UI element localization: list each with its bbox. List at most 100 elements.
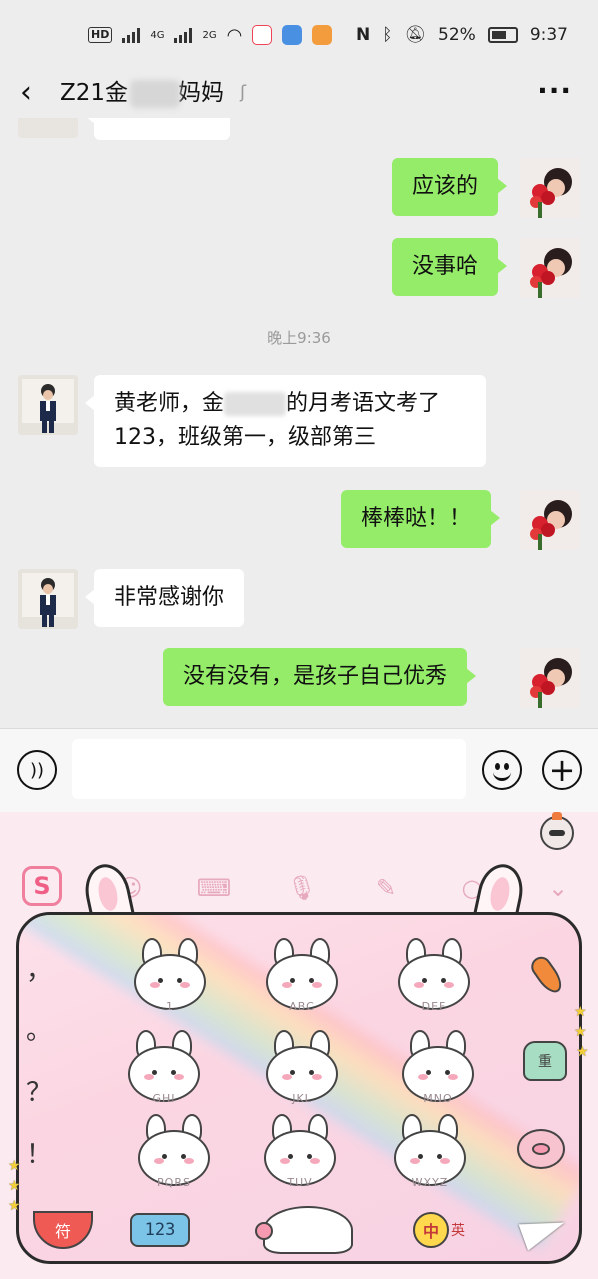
contact-avatar[interactable]	[18, 118, 78, 138]
timestamp: 晚上9:36	[267, 329, 331, 347]
key-label: 1	[166, 1000, 174, 1013]
key-jkl[interactable]: JKL	[260, 1030, 344, 1106]
key-wxyz[interactable]: WXYZ	[388, 1114, 472, 1190]
star-decoration: ★	[8, 1158, 21, 1174]
signal-4g-icon	[122, 27, 141, 43]
contact-avatar[interactable]	[18, 375, 78, 435]
key-label: MNO	[423, 1092, 453, 1105]
signal-2g-icon	[174, 27, 193, 43]
lang-sub-label: 英	[451, 1223, 465, 1239]
voice-toolbar-icon[interactable]: 🎙︎	[282, 868, 322, 908]
battery-icon	[487, 27, 518, 43]
signal-2g-label: 2G	[202, 29, 217, 41]
app-notification-icon	[282, 25, 303, 45]
voice-icon: ))	[29, 759, 45, 781]
wifi-icon: ◠	[226, 24, 243, 46]
message-bubble-incoming[interactable]: 非常感谢你	[84, 569, 245, 627]
handwriting-icon[interactable]: ✎	[366, 868, 406, 908]
more-functions-button[interactable]: +	[542, 750, 582, 790]
sogou-logo-icon[interactable]: S	[22, 866, 62, 906]
key-exclaim[interactable]: ！	[24, 1134, 54, 1171]
collapse-keyboard-icon[interactable]: ⌄	[538, 868, 578, 908]
redacted-name	[130, 80, 180, 108]
key-label: WXYZ	[411, 1176, 449, 1189]
star-decoration: ★	[574, 1004, 587, 1020]
key-ghi[interactable]: GHI	[122, 1030, 206, 1106]
more-options-icon[interactable]: ···	[537, 74, 572, 107]
message-bubble-outgoing[interactable]: 没有没有，是孩子自己优秀	[163, 648, 477, 706]
key-mno[interactable]: MNO	[396, 1030, 480, 1106]
message-bubble-incoming[interactable]: 黄老师，金 的月考语文考了 123，班级第一，级部第三	[85, 375, 486, 467]
star-decoration: ★	[576, 1044, 589, 1060]
number-key[interactable]: 123	[128, 1203, 192, 1257]
message-bubble-outgoing[interactable]: 棒棒哒！！	[341, 490, 501, 548]
star-decoration: ★	[8, 1178, 21, 1194]
message-input[interactable]	[72, 739, 466, 799]
key-label: ABC	[289, 1000, 315, 1013]
nfc-icon: N	[355, 25, 371, 45]
delete-key[interactable]	[522, 950, 572, 1000]
message-text: 的月考语文考了	[286, 391, 441, 416]
contact-avatar[interactable]	[18, 569, 78, 629]
key-label: PQRS	[157, 1176, 191, 1189]
earpiece-mode-icon: ʃ	[240, 82, 247, 103]
bluetooth-icon: ᛒ	[382, 25, 393, 45]
input-bar: )) +	[0, 728, 598, 812]
key-label: DEF	[421, 1000, 447, 1013]
paper-plane-icon	[518, 1209, 570, 1251]
keyboard-assistant-icon[interactable]	[540, 812, 574, 850]
key-label: GHI	[152, 1092, 176, 1105]
language-switch-key[interactable]: 中英	[410, 1203, 468, 1257]
lang-label: 中	[413, 1212, 449, 1248]
my-avatar[interactable]	[520, 648, 580, 708]
message-bubble-partial[interactable]	[85, 118, 230, 140]
emoji-button[interactable]	[482, 750, 522, 790]
chat-title-prefix: Z21金	[60, 80, 129, 106]
my-avatar[interactable]	[520, 158, 580, 218]
hd-badge: HD	[88, 27, 113, 43]
key-label: TUV	[287, 1176, 313, 1189]
voice-input-button[interactable]: ))	[17, 750, 57, 790]
key-pqrs[interactable]: PQRS	[132, 1114, 216, 1190]
cactus-key-label: 重	[523, 1041, 567, 1081]
key-period[interactable]: 。	[24, 1010, 54, 1047]
send-key[interactable]	[514, 1203, 574, 1257]
watermelon-icon: 符	[33, 1211, 93, 1249]
app-notification-icon	[312, 25, 333, 45]
key-comma[interactable]: ，	[24, 950, 54, 987]
message-bubble-outgoing[interactable]: 应该的	[392, 158, 508, 216]
plus-icon: +	[548, 751, 576, 789]
keyboard-layout-icon[interactable]: ⌨	[194, 868, 234, 908]
key-label: JKL	[292, 1092, 312, 1105]
symbol-key[interactable]: 符	[32, 1203, 94, 1257]
pig-icon	[517, 1129, 565, 1169]
app-notification-icon	[252, 25, 273, 45]
space-key[interactable]	[255, 1203, 356, 1257]
chat-area[interactable]: 应该的 没事哈 晚上9:36 黄老师，金 的月考语文考了 123，班级第一，级部第…	[0, 118, 598, 728]
my-avatar[interactable]	[520, 238, 580, 298]
smiley-icon	[493, 771, 511, 781]
battery-percent: 52%	[438, 25, 476, 45]
number-key-label: 123	[130, 1213, 190, 1247]
signal-4g-label: 4G	[150, 29, 165, 41]
carrot-icon	[527, 952, 567, 998]
key-def[interactable]: DEF	[392, 938, 476, 1014]
redacted-name	[224, 392, 287, 416]
star-decoration: ★	[8, 1198, 21, 1214]
message-text: 123，班级第一，级部第三	[114, 425, 376, 450]
mute-icon: 🔕︎	[404, 25, 427, 45]
key-tuv[interactable]: TUV	[258, 1114, 342, 1190]
message-text: 黄老师，金	[114, 391, 225, 416]
star-decoration: ★	[574, 1024, 587, 1040]
message-bubble-outgoing[interactable]: 没事哈	[392, 238, 508, 296]
chat-title-suffix: 妈妈	[178, 80, 225, 106]
clock: 9:37	[529, 25, 568, 45]
key-1[interactable]: 1	[128, 938, 212, 1014]
pig-key[interactable]	[516, 1124, 566, 1174]
key-question[interactable]: ？	[24, 1072, 54, 1109]
retype-key[interactable]: 重	[520, 1036, 570, 1086]
back-arrow-icon[interactable]: ‹	[20, 78, 32, 108]
my-avatar[interactable]	[520, 490, 580, 550]
status-bar: HD 4G 2G ◠ N ᛒ 🔕︎ 52% 9:37	[0, 0, 598, 70]
key-abc[interactable]: ABC	[260, 938, 344, 1014]
